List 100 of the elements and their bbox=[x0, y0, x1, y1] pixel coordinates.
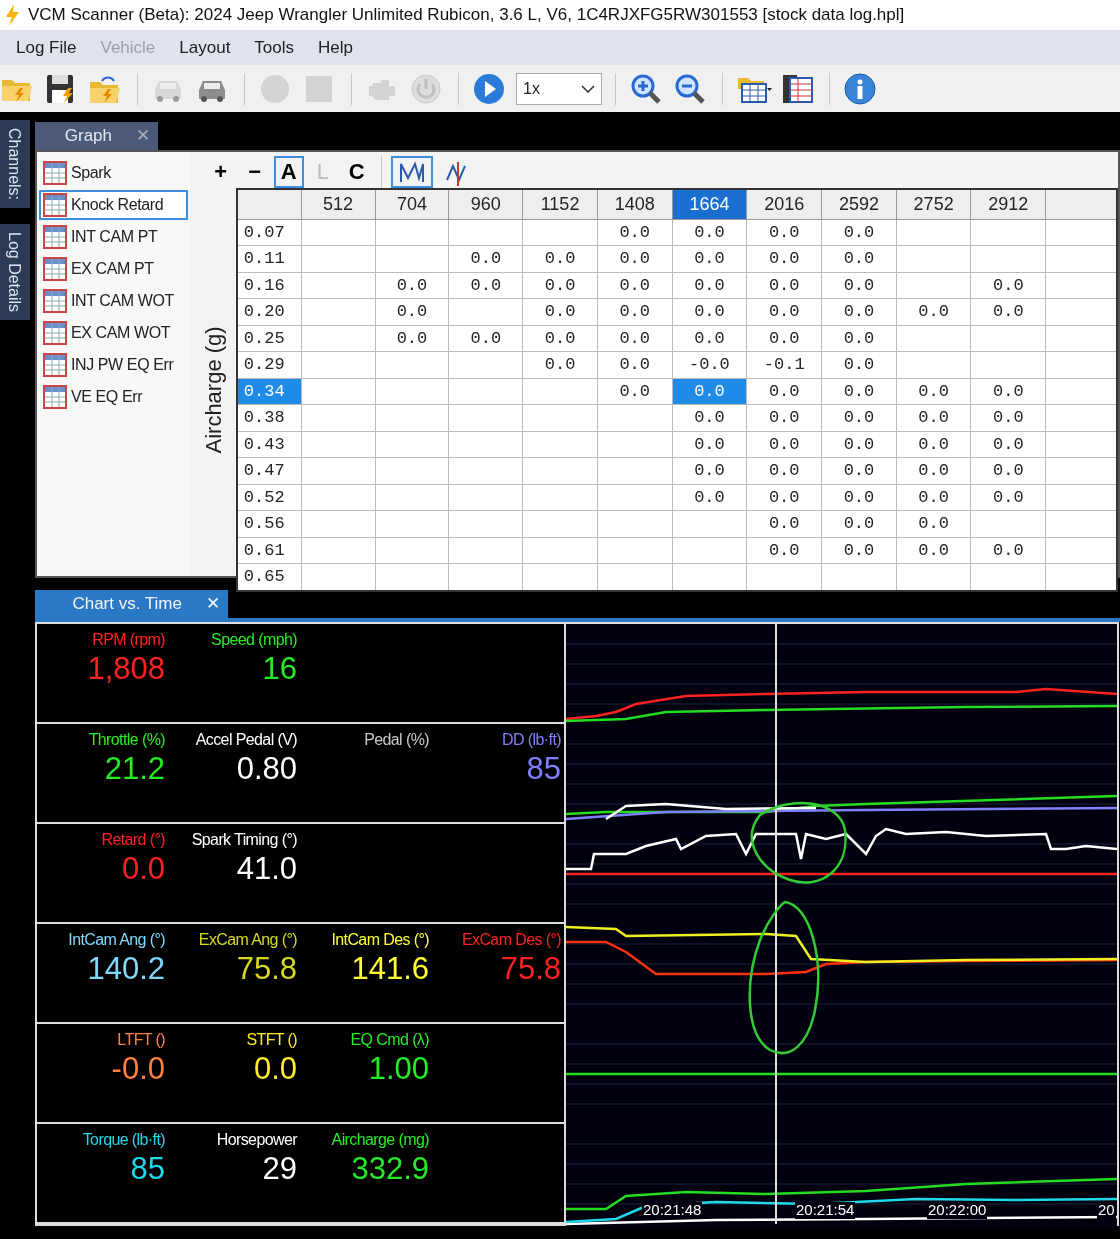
table-cell: 0.0 bbox=[896, 537, 971, 564]
column-header[interactable]: 512 bbox=[301, 189, 376, 219]
column-header[interactable]: 2016 bbox=[746, 189, 822, 219]
row-header[interactable]: 0.61 bbox=[236, 537, 302, 564]
table-list-item[interactable]: INT CAM WOT bbox=[39, 286, 188, 316]
table-list-item[interactable]: EX CAM PT bbox=[39, 254, 188, 284]
column-header[interactable]: 2592 bbox=[821, 189, 897, 219]
table-cell: 0.0 bbox=[448, 325, 523, 352]
close-button[interactable]: ✕ bbox=[206, 591, 220, 617]
row-header[interactable]: 0.56 bbox=[236, 510, 302, 537]
row-header[interactable]: 0.11 bbox=[236, 245, 302, 272]
table-list-item[interactable]: VE EQ Err bbox=[39, 382, 188, 412]
info-icon[interactable] bbox=[843, 71, 879, 106]
table-cell: 0.0 bbox=[672, 245, 747, 272]
table-cell: 0.0 bbox=[821, 219, 897, 246]
table-cell: 0.0 bbox=[821, 378, 897, 405]
row-header[interactable]: 0.38 bbox=[236, 404, 302, 431]
gauge-label: EQ Cmd (λ) bbox=[349, 1030, 429, 1050]
table-icon bbox=[43, 353, 67, 377]
gauge-label: Spark Timing (°) bbox=[190, 830, 297, 850]
app-logo-icon bbox=[4, 4, 20, 26]
gauge-value: 0.0 bbox=[252, 1052, 297, 1087]
table-cell: 0.0 bbox=[448, 245, 523, 272]
table-cell: 0.0 bbox=[597, 351, 673, 378]
table-list-item[interactable]: Spark bbox=[39, 158, 188, 188]
table-cell: 0.0 bbox=[597, 272, 673, 299]
table-icon bbox=[43, 257, 67, 281]
table-cell: 0.0 bbox=[746, 298, 822, 325]
table-cell: 0.0 bbox=[746, 219, 822, 246]
column-header[interactable]: 960 bbox=[448, 189, 523, 219]
panel-tab[interactable]: Chart vs. Time ✕ bbox=[35, 590, 228, 618]
row-header[interactable]: 0.65 bbox=[236, 563, 302, 591]
column-header[interactable]: 1152 bbox=[522, 189, 598, 219]
speed-dropdown[interactable]: 1x bbox=[516, 72, 602, 105]
chart-view-button[interactable] bbox=[390, 156, 433, 188]
window-title: VCM Scanner (Beta): 2024 Jeep Wrangler Unlimited Rubicon, 3.6 L, V6, 1C4RJXFG5RW301553 [stock data log.hpl] bbox=[28, 4, 905, 27]
table-list-item[interactable]: INT CAM PT bbox=[39, 222, 188, 252]
row-header[interactable]: 0.47 bbox=[236, 457, 302, 484]
row-header[interactable]: 0.16 bbox=[236, 272, 302, 299]
gauge-value: -0.0 bbox=[110, 1052, 165, 1087]
table-cell: 0.0 bbox=[746, 404, 822, 431]
side-tab[interactable]: Channels: bbox=[0, 120, 30, 209]
gauge-value: 16 bbox=[261, 652, 297, 687]
column-header[interactable]: 1664 bbox=[672, 189, 747, 219]
table-cell: 0.0 bbox=[971, 378, 1046, 405]
table-cell: 0.0 bbox=[746, 457, 822, 484]
row-header[interactable]: 0.20 bbox=[236, 298, 302, 325]
gauge-value: 0.80 bbox=[235, 752, 297, 787]
table-cell: -0.1 bbox=[746, 351, 822, 378]
gauge-value: 332.9 bbox=[350, 1152, 429, 1187]
table-cell: 0.0 bbox=[672, 404, 747, 431]
menu-item[interactable]: Tools bbox=[242, 34, 307, 61]
table-list-item[interactable]: EX CAM WOT bbox=[39, 318, 188, 348]
side-tab[interactable]: Log Details bbox=[0, 224, 30, 321]
table-cell: 0.0 bbox=[672, 484, 747, 511]
time-label: 20 bbox=[1097, 1202, 1116, 1219]
menu-item[interactable]: Log File bbox=[4, 34, 89, 61]
column-header[interactable]: 704 bbox=[375, 189, 449, 219]
graph-tool-button[interactable]: A bbox=[273, 156, 304, 188]
gauge-value: 0.0 bbox=[120, 852, 165, 887]
gauge-label: LTFT () bbox=[116, 1030, 165, 1050]
table-cell: 0.0 bbox=[522, 325, 598, 352]
panel-tab[interactable]: Graph ✕ bbox=[35, 122, 158, 150]
table-list-item[interactable]: INJ PW EQ Err bbox=[39, 350, 188, 380]
gauge-label: IntCam Des (°) bbox=[330, 930, 429, 950]
table-cell: 0.0 bbox=[821, 325, 897, 352]
row-header[interactable]: 0.34 bbox=[236, 378, 302, 405]
table-cell: 0.0 bbox=[821, 457, 897, 484]
gauge-label: RPM (rpm) bbox=[91, 630, 165, 650]
menu-item[interactable]: Help bbox=[306, 34, 365, 61]
row-header[interactable]: 0.25 bbox=[236, 325, 302, 352]
row-header[interactable]: 0.52 bbox=[236, 484, 302, 511]
table-cell: 0.0 bbox=[821, 351, 897, 378]
table-list-item[interactable]: Knock Retard bbox=[39, 190, 188, 220]
table-cell: 0.0 bbox=[896, 510, 971, 537]
table-cell: 0.0 bbox=[597, 325, 673, 352]
column-header[interactable]: 1408 bbox=[597, 189, 673, 219]
gauge-label: ExCam Ang (°) bbox=[197, 930, 297, 950]
row-header[interactable]: 0.29 bbox=[236, 351, 302, 378]
graph-tool-button[interactable]: − bbox=[239, 156, 270, 188]
gauge-label: Pedal (%) bbox=[363, 730, 429, 750]
table-cell: 0.0 bbox=[971, 272, 1046, 299]
table-cell: 0.0 bbox=[746, 510, 822, 537]
graph-tool-button[interactable]: + bbox=[205, 156, 236, 188]
table-cell: 0.0 bbox=[971, 537, 1046, 564]
table-icon bbox=[43, 193, 67, 217]
column-header[interactable]: 2752 bbox=[896, 189, 971, 219]
column-header[interactable]: 2912 bbox=[971, 189, 1046, 219]
gauge-label: Throttle (%) bbox=[87, 730, 165, 750]
menu-item[interactable]: Layout bbox=[167, 34, 243, 61]
table-cell: 0.0 bbox=[896, 404, 971, 431]
gauge-value: 141.6 bbox=[350, 952, 429, 987]
table-cell: 0.0 bbox=[821, 537, 897, 564]
table-cell: 0.0 bbox=[672, 272, 747, 299]
axis-label: Aircharge (g) bbox=[199, 325, 227, 456]
row-header[interactable]: 0.43 bbox=[236, 431, 302, 458]
gauge-value: 75.8 bbox=[235, 952, 297, 987]
graph-tool-button[interactable]: C bbox=[341, 156, 372, 188]
gauge-value: 21.2 bbox=[103, 752, 165, 787]
row-header[interactable]: 0.07 bbox=[236, 219, 302, 246]
